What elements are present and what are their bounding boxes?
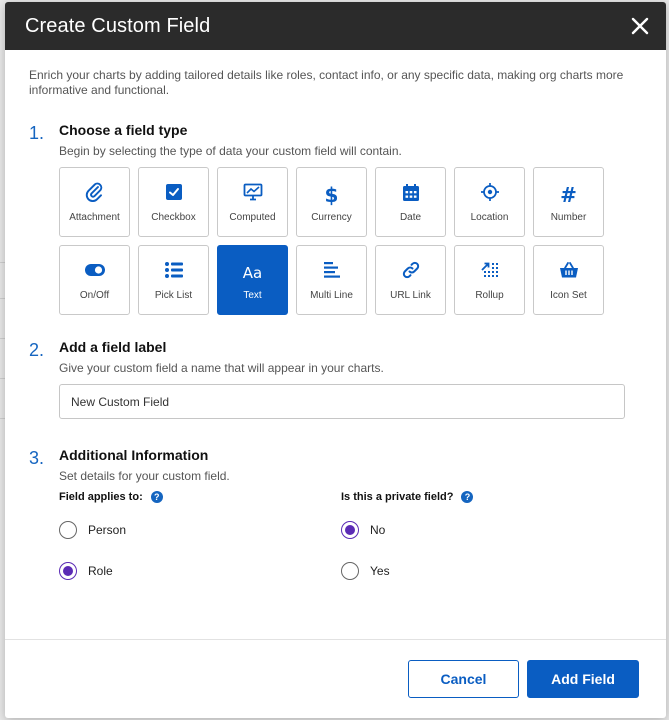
- field-type-label: Text: [243, 289, 262, 301]
- checkbox-icon: [165, 183, 183, 206]
- intro-text: Enrich your charts by adding tailored de…: [29, 68, 624, 97]
- section-field-type: 1. Choose a field type Begin by selectin…: [29, 122, 642, 315]
- crosshair-icon: [480, 182, 500, 207]
- field-type-grid: Attachment Checkbox Computed $ Currency …: [59, 167, 642, 315]
- rollup-icon: [480, 261, 500, 284]
- toggle-icon: [84, 263, 106, 282]
- field-type-checkbox[interactable]: Checkbox: [138, 167, 209, 237]
- field-type-label: Rollup: [475, 289, 504, 301]
- create-custom-field-dialog: Create Custom Field Enrich your charts b…: [5, 2, 666, 718]
- field-type-label: Date: [399, 211, 422, 223]
- help-icon[interactable]: ?: [461, 491, 474, 503]
- field-type-label: Icon Set: [550, 289, 587, 301]
- private-field-group: Is this a private field? ? No Yes: [341, 491, 623, 601]
- field-type-label: Checkbox: [151, 211, 196, 223]
- field-type-label: Pick List: [154, 289, 193, 301]
- field-type-computed[interactable]: Computed: [217, 167, 288, 237]
- field-type-label: URL Link: [390, 289, 431, 301]
- calendar-icon: [402, 183, 420, 207]
- chart-monitor-icon: [243, 183, 263, 206]
- private-question: Is this a private field? ?: [341, 491, 623, 503]
- radio-button[interactable]: [59, 521, 77, 539]
- add-field-button[interactable]: Add Field: [527, 660, 639, 698]
- field-type-date[interactable]: Date: [375, 167, 446, 237]
- dialog-footer: Cancel Add Field: [5, 639, 666, 718]
- dollar-icon: $: [324, 182, 339, 207]
- radio-label: Person: [88, 523, 127, 537]
- section-field-label: 2. Add a field label Give your custom fi…: [29, 339, 642, 419]
- field-type-label: Computed: [229, 211, 276, 223]
- basket-icon: [559, 261, 579, 284]
- link-icon: [401, 260, 421, 285]
- radio-yes[interactable]: Yes: [341, 560, 623, 582]
- dialog-title: Create Custom Field: [25, 14, 211, 37]
- field-label-input[interactable]: [59, 384, 625, 419]
- field-type-currency[interactable]: $ Currency: [296, 167, 367, 237]
- close-button[interactable]: [628, 14, 652, 38]
- hash-icon: #: [560, 182, 577, 207]
- radio-person[interactable]: Person: [59, 519, 341, 541]
- radio-role[interactable]: Role: [59, 560, 341, 582]
- radio-button[interactable]: [59, 562, 77, 580]
- section-additional-info: 3. Additional Information Set details fo…: [29, 447, 642, 601]
- dialog-body: Enrich your charts by adding tailored de…: [5, 50, 666, 601]
- section-description: Give your custom field a name that will …: [59, 361, 384, 375]
- field-type-label: Number: [550, 211, 587, 223]
- applies-to-label: Field applies to:: [59, 491, 143, 503]
- step-number: 3.: [29, 448, 45, 468]
- radio-button[interactable]: [341, 562, 359, 580]
- field-type-onoff[interactable]: On/Off: [59, 245, 130, 315]
- paperclip-icon: [85, 182, 105, 207]
- radio-button[interactable]: [341, 521, 359, 539]
- field-type-attachment[interactable]: Attachment: [59, 167, 130, 237]
- field-type-label: Attachment: [69, 211, 120, 223]
- help-icon[interactable]: ?: [150, 491, 163, 503]
- step-number: 2.: [29, 340, 45, 360]
- radio-no[interactable]: No: [341, 519, 623, 541]
- field-type-location[interactable]: Location: [454, 167, 525, 237]
- section-title: Choose a field type: [59, 122, 188, 138]
- applies-to-group: Field applies to: ? Person Role: [59, 491, 341, 601]
- field-type-picklist[interactable]: Pick List: [138, 245, 209, 315]
- text-aa-icon: Aa: [242, 263, 263, 282]
- field-type-label: Location: [470, 211, 509, 223]
- dialog-header: Create Custom Field: [5, 2, 666, 50]
- step-number: 1.: [29, 123, 45, 143]
- close-icon: [631, 17, 649, 35]
- private-label: Is this a private field?: [341, 491, 454, 503]
- field-type-text[interactable]: Aa Text: [217, 245, 288, 315]
- radio-label: Role: [88, 564, 113, 578]
- radio-label: No: [370, 523, 386, 537]
- field-type-label: On/Off: [79, 289, 110, 301]
- field-type-label: Multi Line: [310, 289, 353, 301]
- field-type-number[interactable]: # Number: [533, 167, 604, 237]
- field-type-url-link[interactable]: URL Link: [375, 245, 446, 315]
- section-description: Begin by selecting the type of data your…: [59, 144, 402, 158]
- radio-label: Yes: [370, 564, 390, 578]
- section-title: Additional Information: [59, 447, 209, 463]
- field-type-label: Currency: [311, 211, 352, 223]
- applies-to-question: Field applies to: ?: [59, 491, 341, 503]
- multiline-icon: [323, 261, 341, 284]
- field-type-multiline[interactable]: Multi Line: [296, 245, 367, 315]
- list-icon: [164, 261, 184, 284]
- field-type-rollup[interactable]: Rollup: [454, 245, 525, 315]
- field-type-icon-set[interactable]: Icon Set: [533, 245, 604, 315]
- cancel-button[interactable]: Cancel: [408, 660, 519, 698]
- section-title: Add a field label: [59, 339, 167, 355]
- section-description: Set details for your custom field.: [59, 469, 230, 483]
